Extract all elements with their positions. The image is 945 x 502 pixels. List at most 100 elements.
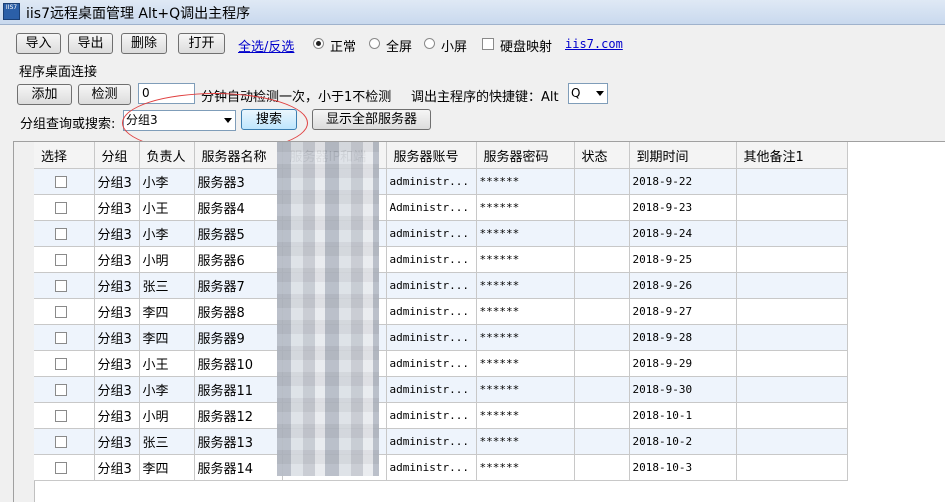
cell-group: 分组3 (94, 376, 140, 403)
disk-map-checkbox[interactable] (482, 38, 494, 50)
row-select-checkbox[interactable] (55, 305, 67, 318)
cell-password: ****** (476, 350, 575, 377)
col-header-status[interactable]: 状态 (574, 142, 630, 169)
group-search-combo[interactable]: 分组3 (123, 110, 236, 131)
cell-expire: 2018-9-24 (629, 220, 737, 247)
row-select-checkbox[interactable] (55, 409, 67, 422)
cell-expire: 2018-9-27 (629, 298, 737, 325)
table-row[interactable]: 分组3 小明 服务器6 administr... ****** 2018-9-25 (34, 246, 848, 273)
col-header-owner[interactable]: 负责人 (139, 142, 195, 169)
hotkey-select[interactable]: Q (568, 83, 608, 104)
cell-server-name: 服务器13 (194, 428, 283, 455)
table-row[interactable]: 分组3 李四 服务器14 administr... ****** 2018-10-3 (34, 454, 848, 481)
cell-select (34, 168, 95, 195)
cell-note (736, 350, 848, 377)
cell-owner: 李四 (139, 324, 195, 351)
cell-account: administr... (386, 324, 477, 351)
cell-note (736, 454, 848, 481)
cell-status (574, 376, 630, 403)
row-select-checkbox[interactable] (55, 279, 67, 292)
cell-password: ****** (476, 168, 575, 195)
cell-account: administr... (386, 402, 477, 429)
cell-note (736, 376, 848, 403)
select-all-link[interactable]: 全选/反选 (238, 36, 294, 55)
radio-normal[interactable] (313, 38, 324, 49)
row-select-checkbox[interactable] (55, 331, 67, 344)
radio-small[interactable] (424, 38, 435, 49)
row-select-checkbox[interactable] (55, 383, 67, 396)
cell-password: ****** (476, 324, 575, 351)
cell-select (34, 428, 95, 455)
table-row[interactable]: 分组3 小李 服务器5 administr... ****** 2018-9-24 (34, 220, 848, 247)
row-select-checkbox[interactable] (55, 201, 67, 214)
col-header-expire[interactable]: 到期时间 (629, 142, 737, 169)
row-select-checkbox[interactable] (55, 435, 67, 448)
col-header-password[interactable]: 服务器密码 (476, 142, 575, 169)
interval-input[interactable]: 0 (138, 83, 195, 104)
cell-select (34, 324, 95, 351)
cell-owner: 张三 (139, 272, 195, 299)
cell-group: 分组3 (94, 220, 140, 247)
col-header-server-name[interactable]: 服务器名称 (194, 142, 283, 169)
row-select-checkbox[interactable] (55, 175, 67, 188)
table-row[interactable]: 分组3 张三 服务器7 administr... ****** 2018-9-26 (34, 272, 848, 299)
row-select-checkbox[interactable] (55, 357, 67, 370)
window-title: iis7远程桌面管理 Alt+Q调出主程序 (26, 6, 251, 22)
col-header-server-ip[interactable]: 服务器IP和端 (282, 142, 387, 169)
col-header-account[interactable]: 服务器账号 (386, 142, 477, 169)
cell-owner: 小李 (139, 376, 195, 403)
cell-owner: 小明 (139, 246, 195, 273)
export-button[interactable]: 导出 (68, 33, 113, 54)
row-select-checkbox[interactable] (55, 227, 67, 240)
table-row[interactable]: 分组3 小王 服务器4 Administr... ****** 2018-9-23 (34, 194, 848, 221)
table-row[interactable]: 分组3 李四 服务器9 administr... ****** 2018-9-28 (34, 324, 848, 351)
site-link[interactable]: iis7.com (565, 37, 623, 51)
col-header-group[interactable]: 分组 (94, 142, 140, 169)
cell-select (34, 376, 95, 403)
cell-account: administr... (386, 168, 477, 195)
hotkey-label: 调出主程序的快捷键：Alt (411, 90, 559, 105)
table-row[interactable]: 分组3 小明 服务器12 administr... ****** 2018-10-1 (34, 402, 848, 429)
cell-server-name: 服务器8 (194, 298, 283, 325)
row-select-checkbox[interactable] (55, 461, 67, 474)
check-button[interactable]: 检测 (78, 84, 131, 105)
search-label: 分组查询或搜索: (20, 117, 116, 132)
cell-account: administr... (386, 220, 477, 247)
col-header-note[interactable]: 其他备注1 (736, 142, 848, 169)
cell-password: ****** (476, 402, 575, 429)
import-button[interactable]: 导入 (16, 33, 61, 54)
cell-password: ****** (476, 376, 575, 403)
group-search-value: 分组3 (126, 113, 158, 127)
cell-status (574, 298, 630, 325)
cell-account: administr... (386, 298, 477, 325)
cell-owner: 小王 (139, 194, 195, 221)
row-select-checkbox[interactable] (55, 253, 67, 266)
table-row[interactable]: 分组3 张三 服务器13 administr... ****** 2018-10-2 (34, 428, 848, 455)
cell-server-ip (282, 350, 387, 377)
cell-server-name: 服务器6 (194, 246, 283, 273)
radio-fullscreen-label: 全屏 (386, 40, 413, 55)
table-row[interactable]: 分组3 小李 服务器3 administr... ****** 2018-9-22 (34, 168, 848, 195)
cell-password: ****** (476, 298, 575, 325)
cell-account: administr... (386, 376, 477, 403)
cell-group: 分组3 (94, 324, 140, 351)
table-row[interactable]: 分组3 李四 服务器8 administr... ****** 2018-9-27 (34, 298, 848, 325)
table-row[interactable]: 分组3 小王 服务器10 administr... ****** 2018-9-29 (34, 350, 848, 377)
cell-group: 分组3 (94, 194, 140, 221)
cell-select (34, 246, 95, 273)
cell-select (34, 402, 95, 429)
search-button[interactable]: 搜索 (241, 109, 297, 130)
radio-small-label: 小屏 (441, 40, 468, 55)
cell-expire: 2018-9-22 (629, 168, 737, 195)
delete-button[interactable]: 删除 (121, 33, 167, 54)
cell-server-ip (282, 168, 387, 195)
col-header-select[interactable]: 选择 (34, 142, 95, 169)
cell-group: 分组3 (94, 246, 140, 273)
open-button[interactable]: 打开 (178, 33, 225, 54)
radio-fullscreen[interactable] (369, 38, 380, 49)
cell-note (736, 194, 848, 221)
cell-status (574, 272, 630, 299)
show-all-servers-button[interactable]: 显示全部服务器 (312, 109, 431, 130)
add-button[interactable]: 添加 (17, 84, 72, 105)
table-row[interactable]: 分组3 小李 服务器11 administr... ****** 2018-9-30 (34, 376, 848, 403)
